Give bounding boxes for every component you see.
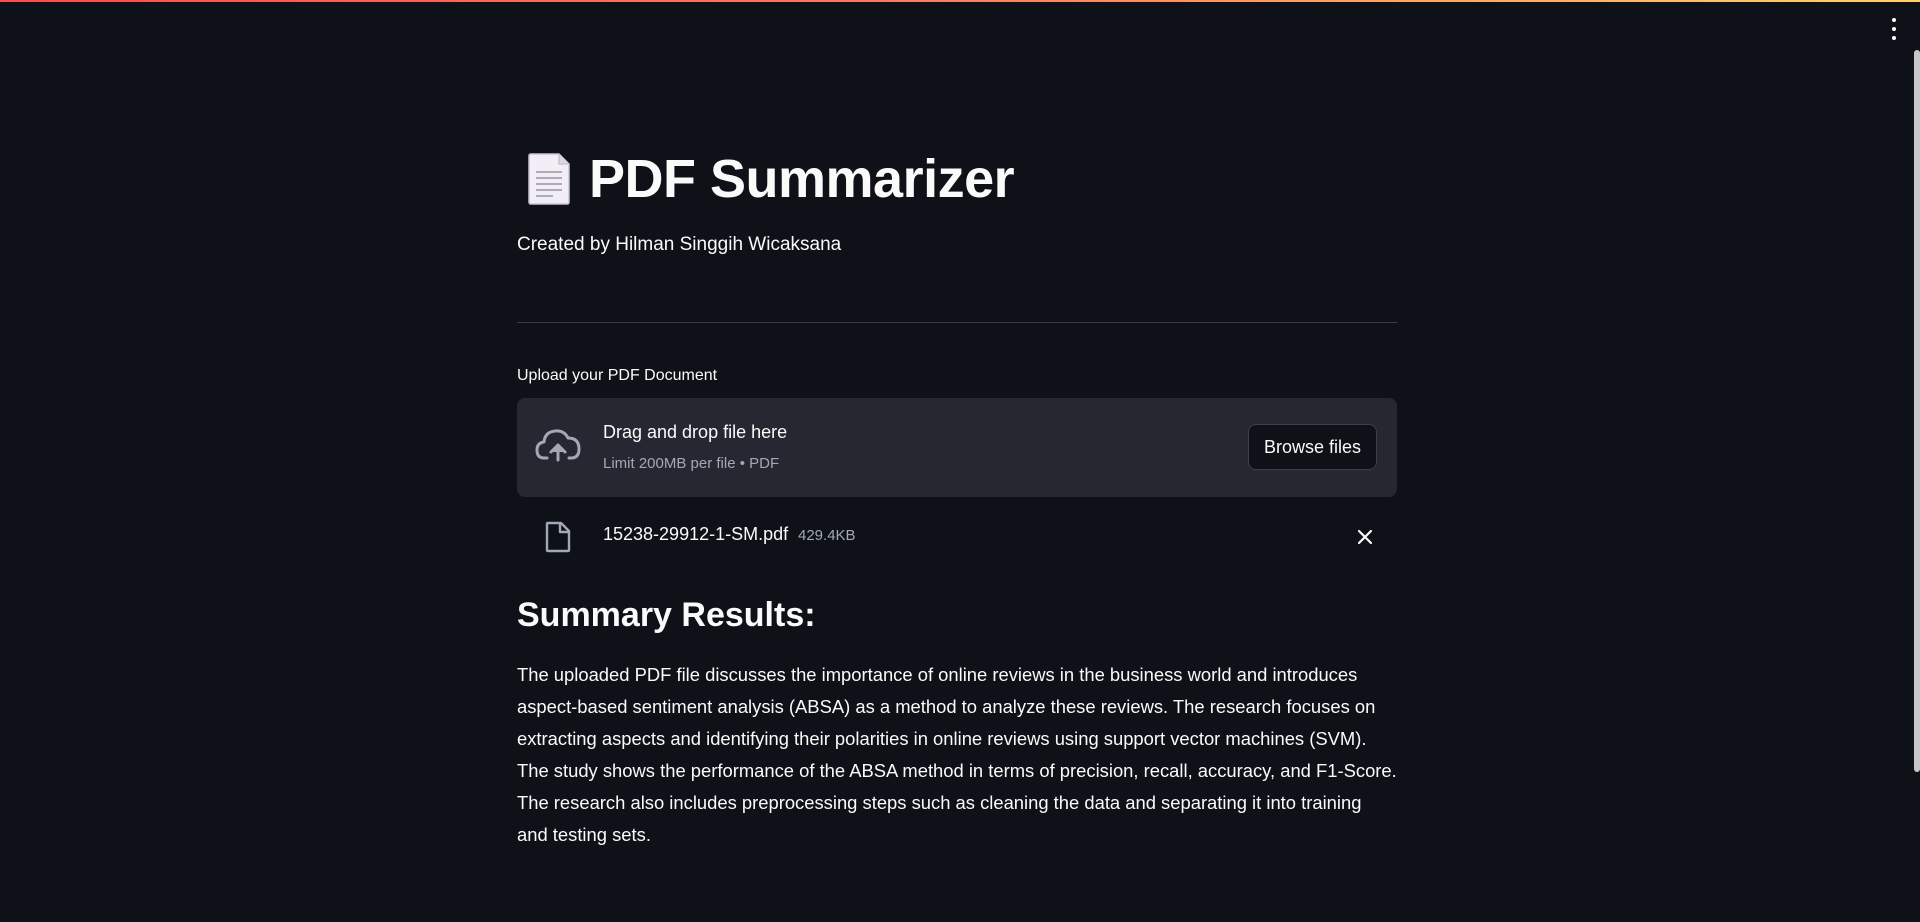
cloud-upload-icon bbox=[535, 429, 581, 462]
header-decoration-bar bbox=[0, 0, 1920, 2]
title-row: PDF Summarizer bbox=[527, 148, 1015, 210]
kebab-dot bbox=[1892, 36, 1896, 40]
kebab-dot bbox=[1892, 27, 1896, 31]
page-facing-up-icon bbox=[528, 153, 570, 205]
kebab-menu-icon bbox=[1892, 18, 1896, 22]
divider bbox=[517, 322, 1397, 323]
page-title: PDF Summarizer bbox=[589, 149, 1015, 209]
dropzone-instructions: Drag and drop file here bbox=[603, 422, 788, 442]
uploaded-file-row: 15238-29912-1-SM.pdf 429.4KB bbox=[517, 515, 1397, 557]
main-menu-button[interactable] bbox=[1884, 18, 1904, 40]
browse-files-button[interactable]: Browse files bbox=[1247, 424, 1377, 470]
summary-text: The uploaded PDF file discusses the impo… bbox=[517, 664, 1397, 845]
file-icon bbox=[545, 521, 571, 553]
close-icon[interactable] bbox=[1355, 527, 1375, 547]
uploaded-file-name: 15238-29912-1-SM.pdf bbox=[603, 524, 789, 544]
upload-label: Upload your PDF Document bbox=[517, 367, 718, 384]
summary-heading: Summary Results: bbox=[517, 596, 816, 634]
uploaded-file-size: 429.4KB bbox=[798, 527, 856, 544]
credits-text: Created by Hilman Singgih Wicaksana bbox=[517, 234, 842, 255]
dropzone-limit-text: Limit 200MB per file • PDF bbox=[603, 455, 780, 472]
scrollbar[interactable] bbox=[1914, 50, 1920, 772]
file-dropzone[interactable]: Drag and drop file here Limit 200MB per … bbox=[517, 398, 1397, 497]
